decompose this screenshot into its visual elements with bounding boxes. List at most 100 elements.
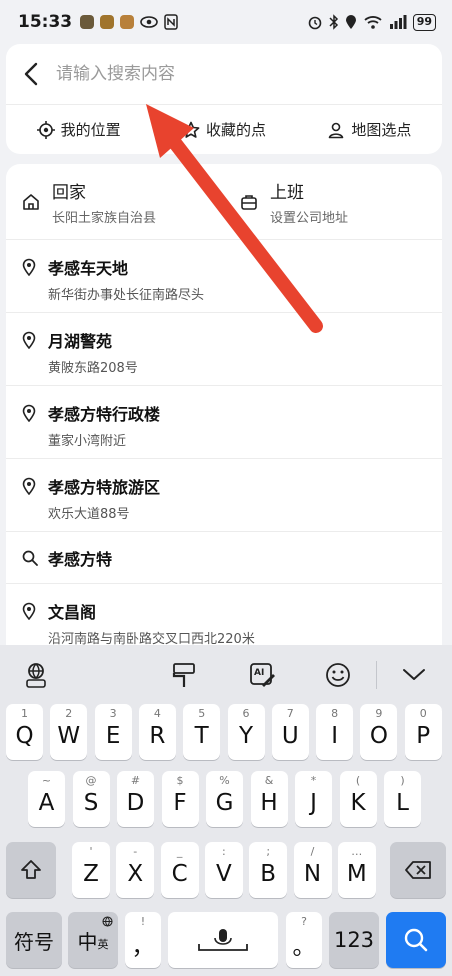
key-label: H <box>260 790 278 816</box>
key-sublabel: ( <box>355 774 361 787</box>
key-sublabel: 6 <box>242 707 250 720</box>
globe-keyboard-icon <box>26 663 46 688</box>
key-label: V <box>216 861 232 887</box>
key-z[interactable]: ' Z <box>72 842 110 898</box>
key-b[interactable]: ; B <box>249 842 288 898</box>
number-key[interactable]: 123 <box>329 912 379 968</box>
key-sublabel: 5 <box>198 707 206 720</box>
key-sublabel: & <box>264 774 274 787</box>
key-o[interactable]: 9O <box>360 704 398 760</box>
key-sublabel: 3 <box>109 707 117 720</box>
emoji-button[interactable] <box>320 657 356 693</box>
shift-key[interactable] <box>6 842 56 898</box>
key-label: B <box>260 861 277 887</box>
key-s[interactable]: @ S <box>72 771 110 827</box>
key-label: K <box>350 790 366 816</box>
key-sublabel: 8 <box>331 707 339 720</box>
key-label: X <box>127 861 144 887</box>
key-j[interactable]: * J <box>295 771 332 827</box>
key-row-3: ' Z - X _ C: V; B / N… M <box>0 842 452 898</box>
key-q[interactable]: 1Q <box>6 704 43 760</box>
key-x[interactable]: -X <box>116 842 155 898</box>
comma-key-label: ， <box>131 934 155 960</box>
period-key-sublabel: ? <box>301 915 307 928</box>
key-g[interactable]: % G <box>206 771 243 827</box>
svg-text:AI: AI <box>254 668 264 678</box>
number-key-label: 123 <box>333 928 375 952</box>
ai-pen-icon: AI <box>250 663 275 687</box>
key-sublabel: - <box>133 845 138 858</box>
key-c[interactable]: _ C <box>160 842 199 898</box>
microphone-icon <box>198 929 248 951</box>
key-label: U <box>281 723 299 749</box>
comma-key[interactable]: !， <box>125 912 161 968</box>
keyboard-settings-button[interactable] <box>18 657 54 693</box>
backspace-icon <box>405 861 431 879</box>
key-sublabel: 4 <box>153 707 161 720</box>
key-y[interactable]: 6Y <box>227 704 265 760</box>
key-label: R <box>149 723 166 749</box>
key-n[interactable]: / N <box>293 842 332 898</box>
key-k[interactable]: (K <box>339 771 377 827</box>
key-sublabel: / <box>310 845 315 858</box>
key-label: G <box>215 790 234 816</box>
key-d[interactable]: # D <box>117 771 154 827</box>
key-l[interactable]: ) L <box>384 771 421 827</box>
keyboard-toolbar: AI <box>0 645 452 705</box>
key-sublabel: % <box>219 774 230 787</box>
key-label: Y <box>238 723 254 749</box>
symbol-key[interactable]: 符号 <box>6 912 62 968</box>
key-sublabel: _ <box>176 845 183 858</box>
key-p[interactable]: 0P <box>404 704 442 760</box>
key-sublabel: $ <box>176 774 184 787</box>
key-sublabel: 2 <box>65 707 73 720</box>
key-label: I <box>331 723 338 749</box>
key-label: W <box>57 723 81 749</box>
key-label: J <box>310 790 317 816</box>
key-label: M <box>346 861 367 887</box>
toolbar-separator <box>376 661 377 689</box>
symbol-key-label: 符号 <box>14 929 54 954</box>
shift-icon <box>21 860 41 879</box>
language-switch-key[interactable]: 中英 <box>68 912 118 968</box>
key-label: F <box>173 790 187 816</box>
key-row-2: ~ A @ S # D $ F% G & H * J(K) L <box>0 771 452 827</box>
ai-writing-button[interactable]: AI <box>244 657 280 693</box>
key-t[interactable]: 5T <box>183 704 221 760</box>
space-key[interactable] <box>168 912 278 968</box>
key-label: L <box>396 790 409 816</box>
key-sublabel: * <box>310 774 317 787</box>
key-row-1: 1Q2W3E4R5T6Y7U8I9O0P <box>0 704 452 760</box>
key-label: O <box>369 723 388 749</box>
globe-icon <box>102 916 113 927</box>
hide-keyboard-button[interactable] <box>396 657 432 693</box>
search-key[interactable] <box>386 912 446 968</box>
key-label: D <box>126 790 145 816</box>
period-key[interactable]: ?。 <box>286 912 322 968</box>
key-e[interactable]: 3E <box>94 704 132 760</box>
key-w[interactable]: 2W <box>50 704 88 760</box>
key-a[interactable]: ~ A <box>28 771 65 827</box>
key-label: T <box>194 723 209 749</box>
key-sublabel: ' <box>89 845 93 858</box>
key-sublabel: 1 <box>21 707 28 720</box>
key-sublabel: ; <box>266 845 271 858</box>
key-f[interactable]: $ F <box>161 771 199 827</box>
key-label: Q <box>15 723 34 749</box>
language-key-label: 中 <box>77 929 98 954</box>
backspace-key[interactable] <box>390 842 446 898</box>
key-h[interactable]: & H <box>250 771 288 827</box>
key-label: Z <box>83 861 99 887</box>
key-u[interactable]: 7U <box>271 704 309 760</box>
key-sublabel: ~ <box>41 774 52 787</box>
paint-brush-button[interactable] <box>166 657 202 693</box>
key-v[interactable]: :V <box>204 842 243 898</box>
key-i[interactable]: 8I <box>316 704 354 760</box>
key-sublabel: : <box>222 845 226 858</box>
key-row-4: 符号 中英 !， ?。 123 <box>0 912 452 968</box>
comma-key-sublabel: ! <box>140 915 146 928</box>
key-label: S <box>83 790 99 816</box>
key-label: P <box>416 723 431 749</box>
key-m[interactable]: … M <box>337 842 376 898</box>
key-r[interactable]: 4R <box>138 704 176 760</box>
